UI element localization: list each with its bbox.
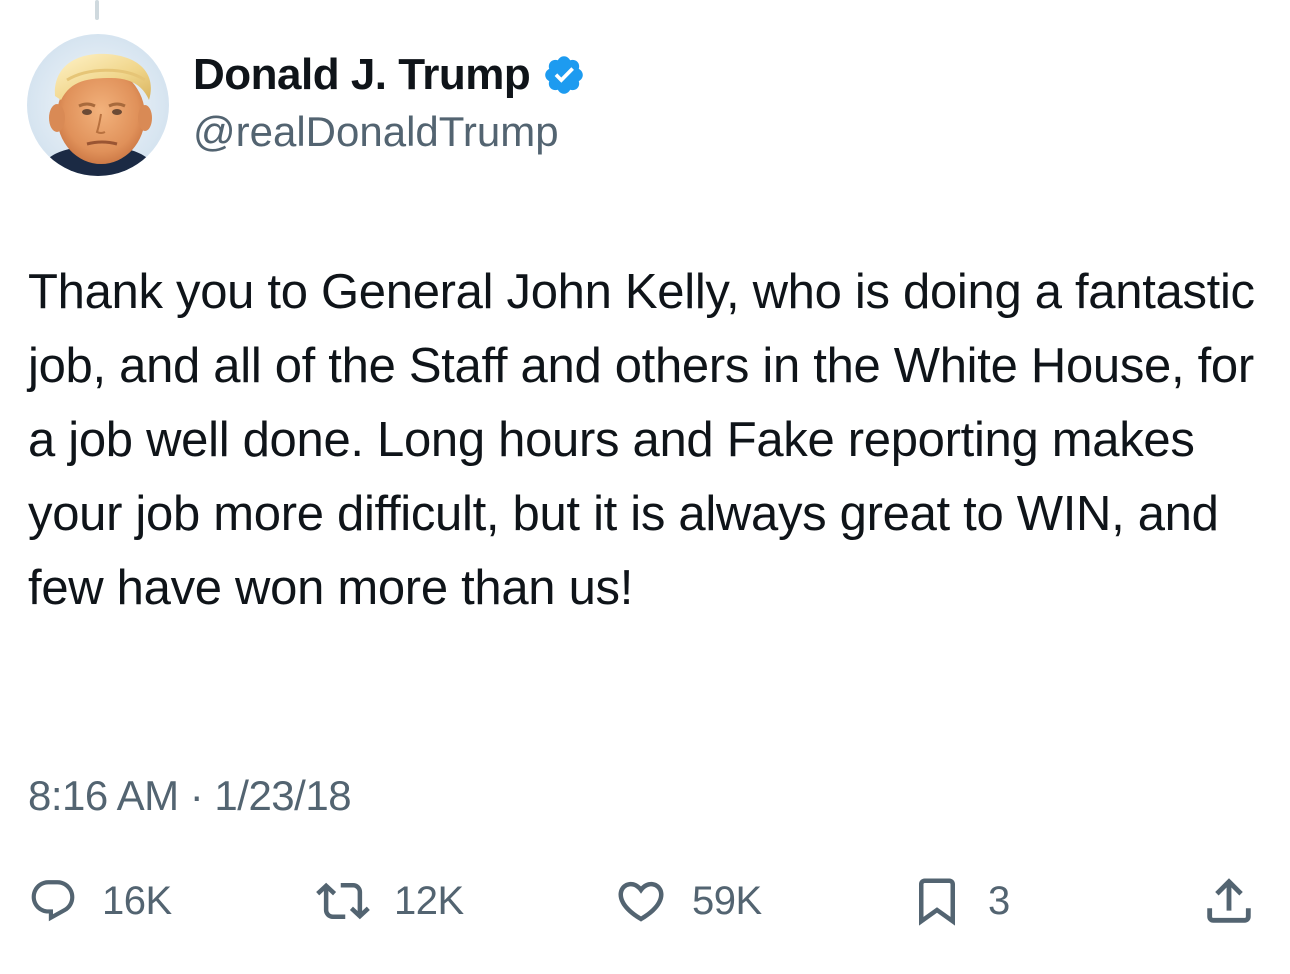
- share-button[interactable]: [1200, 872, 1258, 930]
- bookmark-button[interactable]: 3: [910, 872, 1010, 930]
- share-upload-icon: [1207, 878, 1251, 923]
- reply-bubble-icon: [31, 880, 75, 922]
- author-names: Donald J. Trump @realDonaldTrump: [193, 44, 586, 156]
- like-count: 59K: [692, 878, 762, 923]
- tweet-timestamp[interactable]: 8:16 AM · 1/23/18: [28, 772, 352, 820]
- thread-connector-line: [95, 0, 99, 20]
- like-button[interactable]: 59K: [614, 872, 762, 930]
- bookmark-icon: [919, 878, 955, 926]
- avatar-portrait-image: [27, 34, 169, 176]
- reply-button[interactable]: 16K: [28, 872, 172, 930]
- user-handle[interactable]: @realDonaldTrump: [193, 108, 586, 156]
- display-name[interactable]: Donald J. Trump: [193, 50, 531, 100]
- reply-count: 16K: [102, 878, 172, 923]
- retweet-count: 12K: [394, 878, 464, 923]
- verified-badge-icon[interactable]: [542, 53, 586, 97]
- tweet-text: Thank you to General John Kelly, who is …: [28, 265, 1255, 615]
- avatar[interactable]: [27, 34, 169, 176]
- retweet-button[interactable]: 12K: [316, 872, 464, 930]
- bookmark-count: 3: [988, 878, 1010, 923]
- heart-icon: [618, 881, 664, 922]
- display-name-row: Donald J. Trump: [193, 44, 586, 106]
- retweet-arrows-icon: [316, 882, 370, 920]
